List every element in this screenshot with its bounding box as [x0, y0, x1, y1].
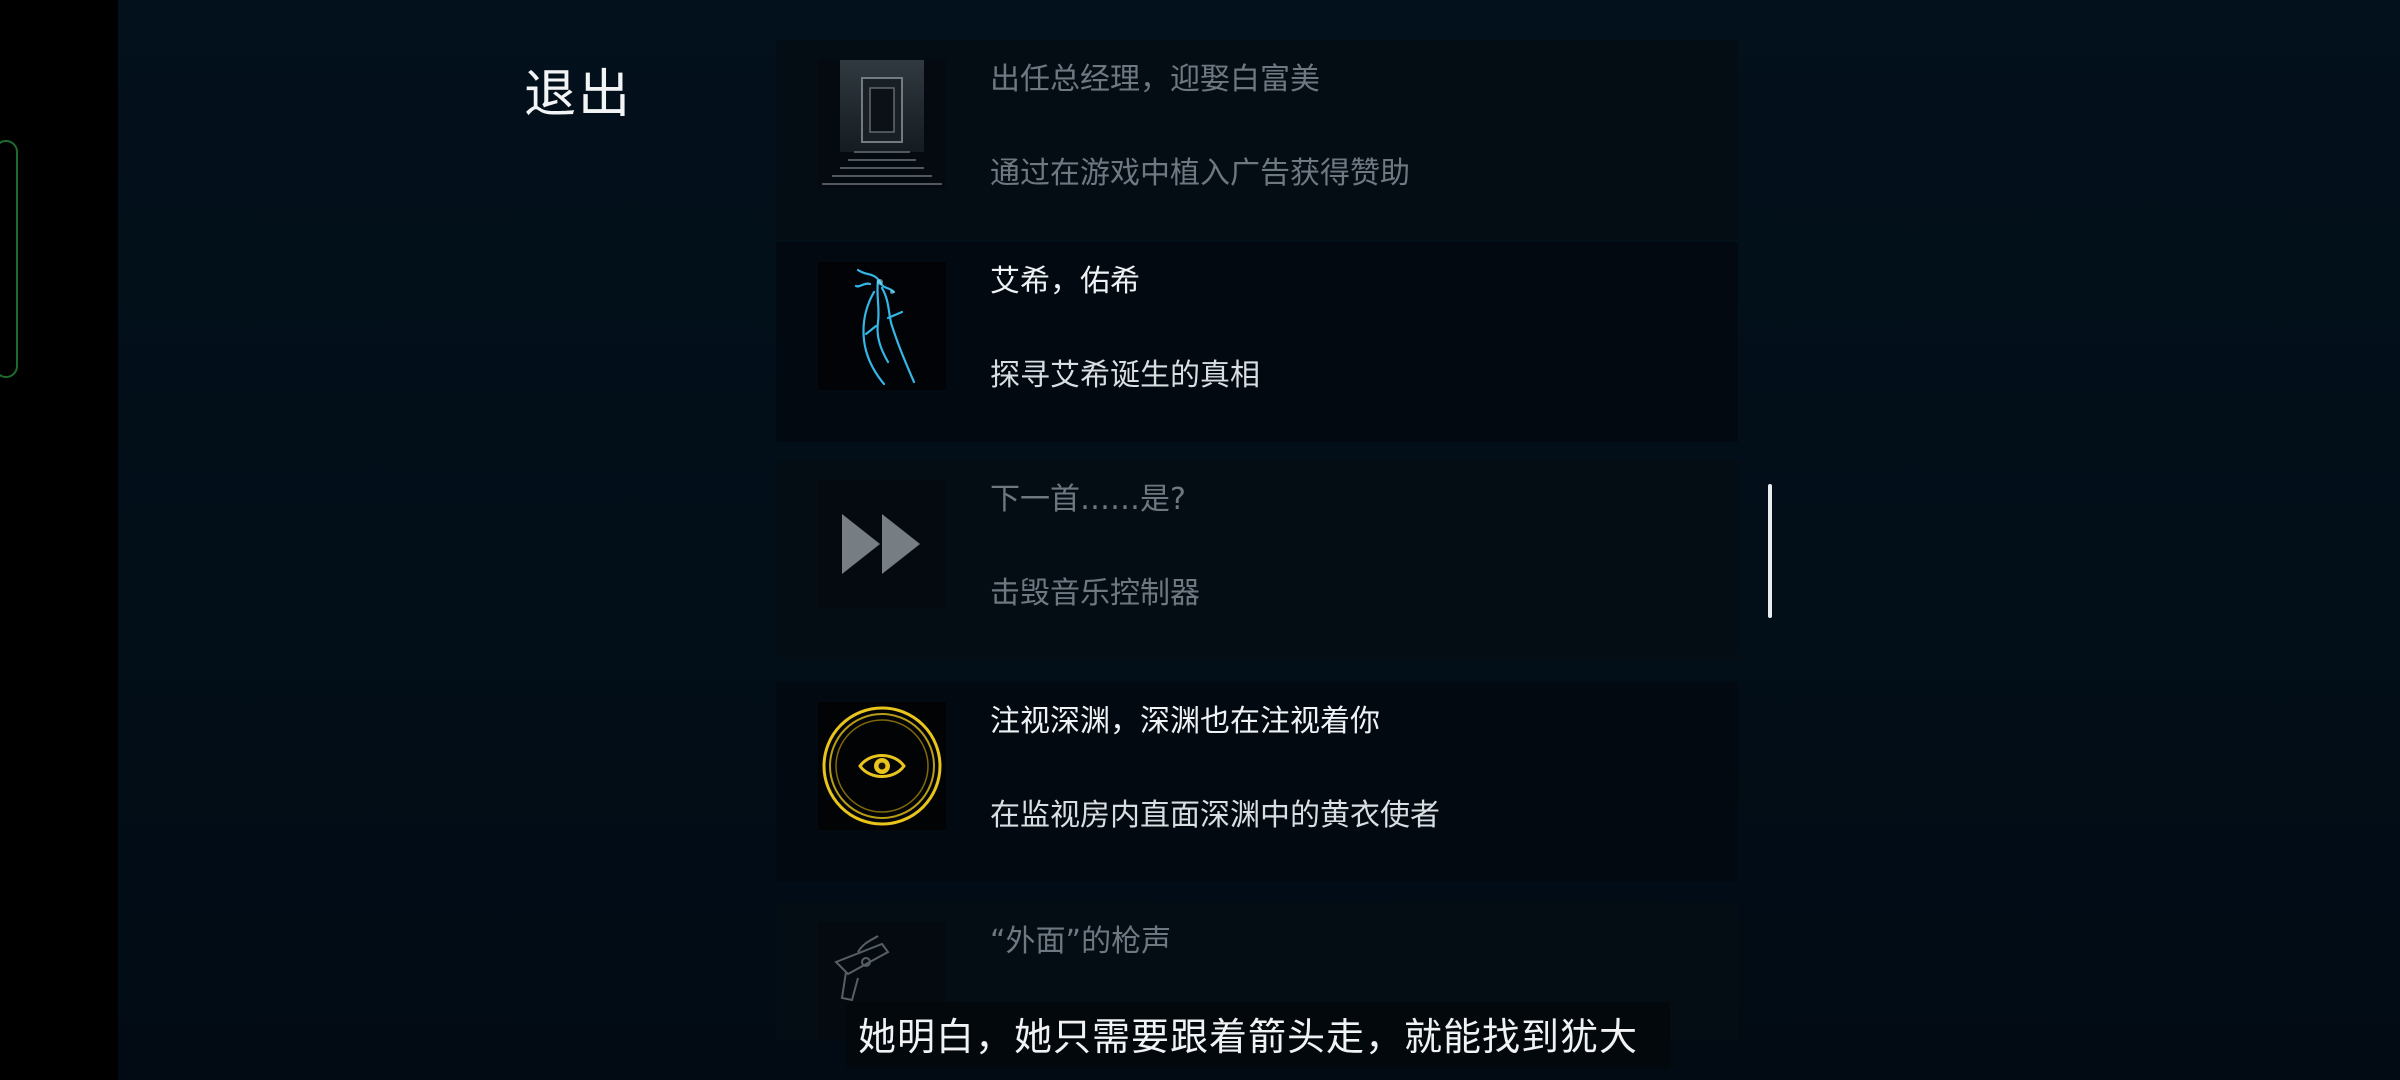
- exit-button[interactable]: 退出: [524, 52, 632, 127]
- left-black-bar: [0, 0, 118, 1080]
- achievement-title: 下一首……是?: [990, 482, 1186, 517]
- achievement-title: 出任总经理，迎娶白富美: [990, 62, 1320, 97]
- dialogue-subtitle: 她明白，她只需要跟着箭头走，就能找到犹大: [858, 1015, 1639, 1059]
- edge-swipe-handle[interactable]: [0, 140, 18, 378]
- game-screen: 退出 出任总经理，迎娶白富美 通过在游戏中植入广告获得赞助 艾希，佑希 探寻艾希…: [0, 0, 2400, 1080]
- achievement-card[interactable]: 下一首……是? 击毁音乐控制器: [776, 460, 1738, 660]
- achievement-card[interactable]: 艾希，佑希 探寻艾希诞生的真相: [776, 242, 1738, 442]
- yellow-eye-icon: [818, 702, 946, 830]
- scrollbar-thumb[interactable]: [1768, 484, 1772, 618]
- achievement-title: 注视深渊，深渊也在注视着你: [990, 704, 1380, 739]
- achievement-card[interactable]: 出任总经理，迎娶白富美 通过在游戏中植入广告获得赞助: [776, 40, 1738, 240]
- blue-scythe-figure-icon: [818, 262, 946, 390]
- achievement-description: 击毁音乐控制器: [990, 576, 1200, 611]
- fast-forward-icon: [818, 480, 946, 608]
- stairway-door-icon: [818, 60, 946, 188]
- achievement-title: “外面”的枪声: [990, 924, 1172, 959]
- achievement-card[interactable]: 注视深渊，深渊也在注视着你 在监视房内直面深渊中的黄衣使者: [776, 682, 1738, 882]
- achievement-list[interactable]: 出任总经理，迎娶白富美 通过在游戏中植入广告获得赞助 艾希，佑希 探寻艾希诞生的…: [776, 40, 1738, 1040]
- achievement-description: 通过在游戏中植入广告获得赞助: [990, 156, 1410, 191]
- achievement-title: 艾希，佑希: [990, 264, 1140, 299]
- achievement-description: 在监视房内直面深渊中的黄衣使者: [990, 798, 1440, 833]
- achievement-description: 探寻艾希诞生的真相: [990, 358, 1260, 393]
